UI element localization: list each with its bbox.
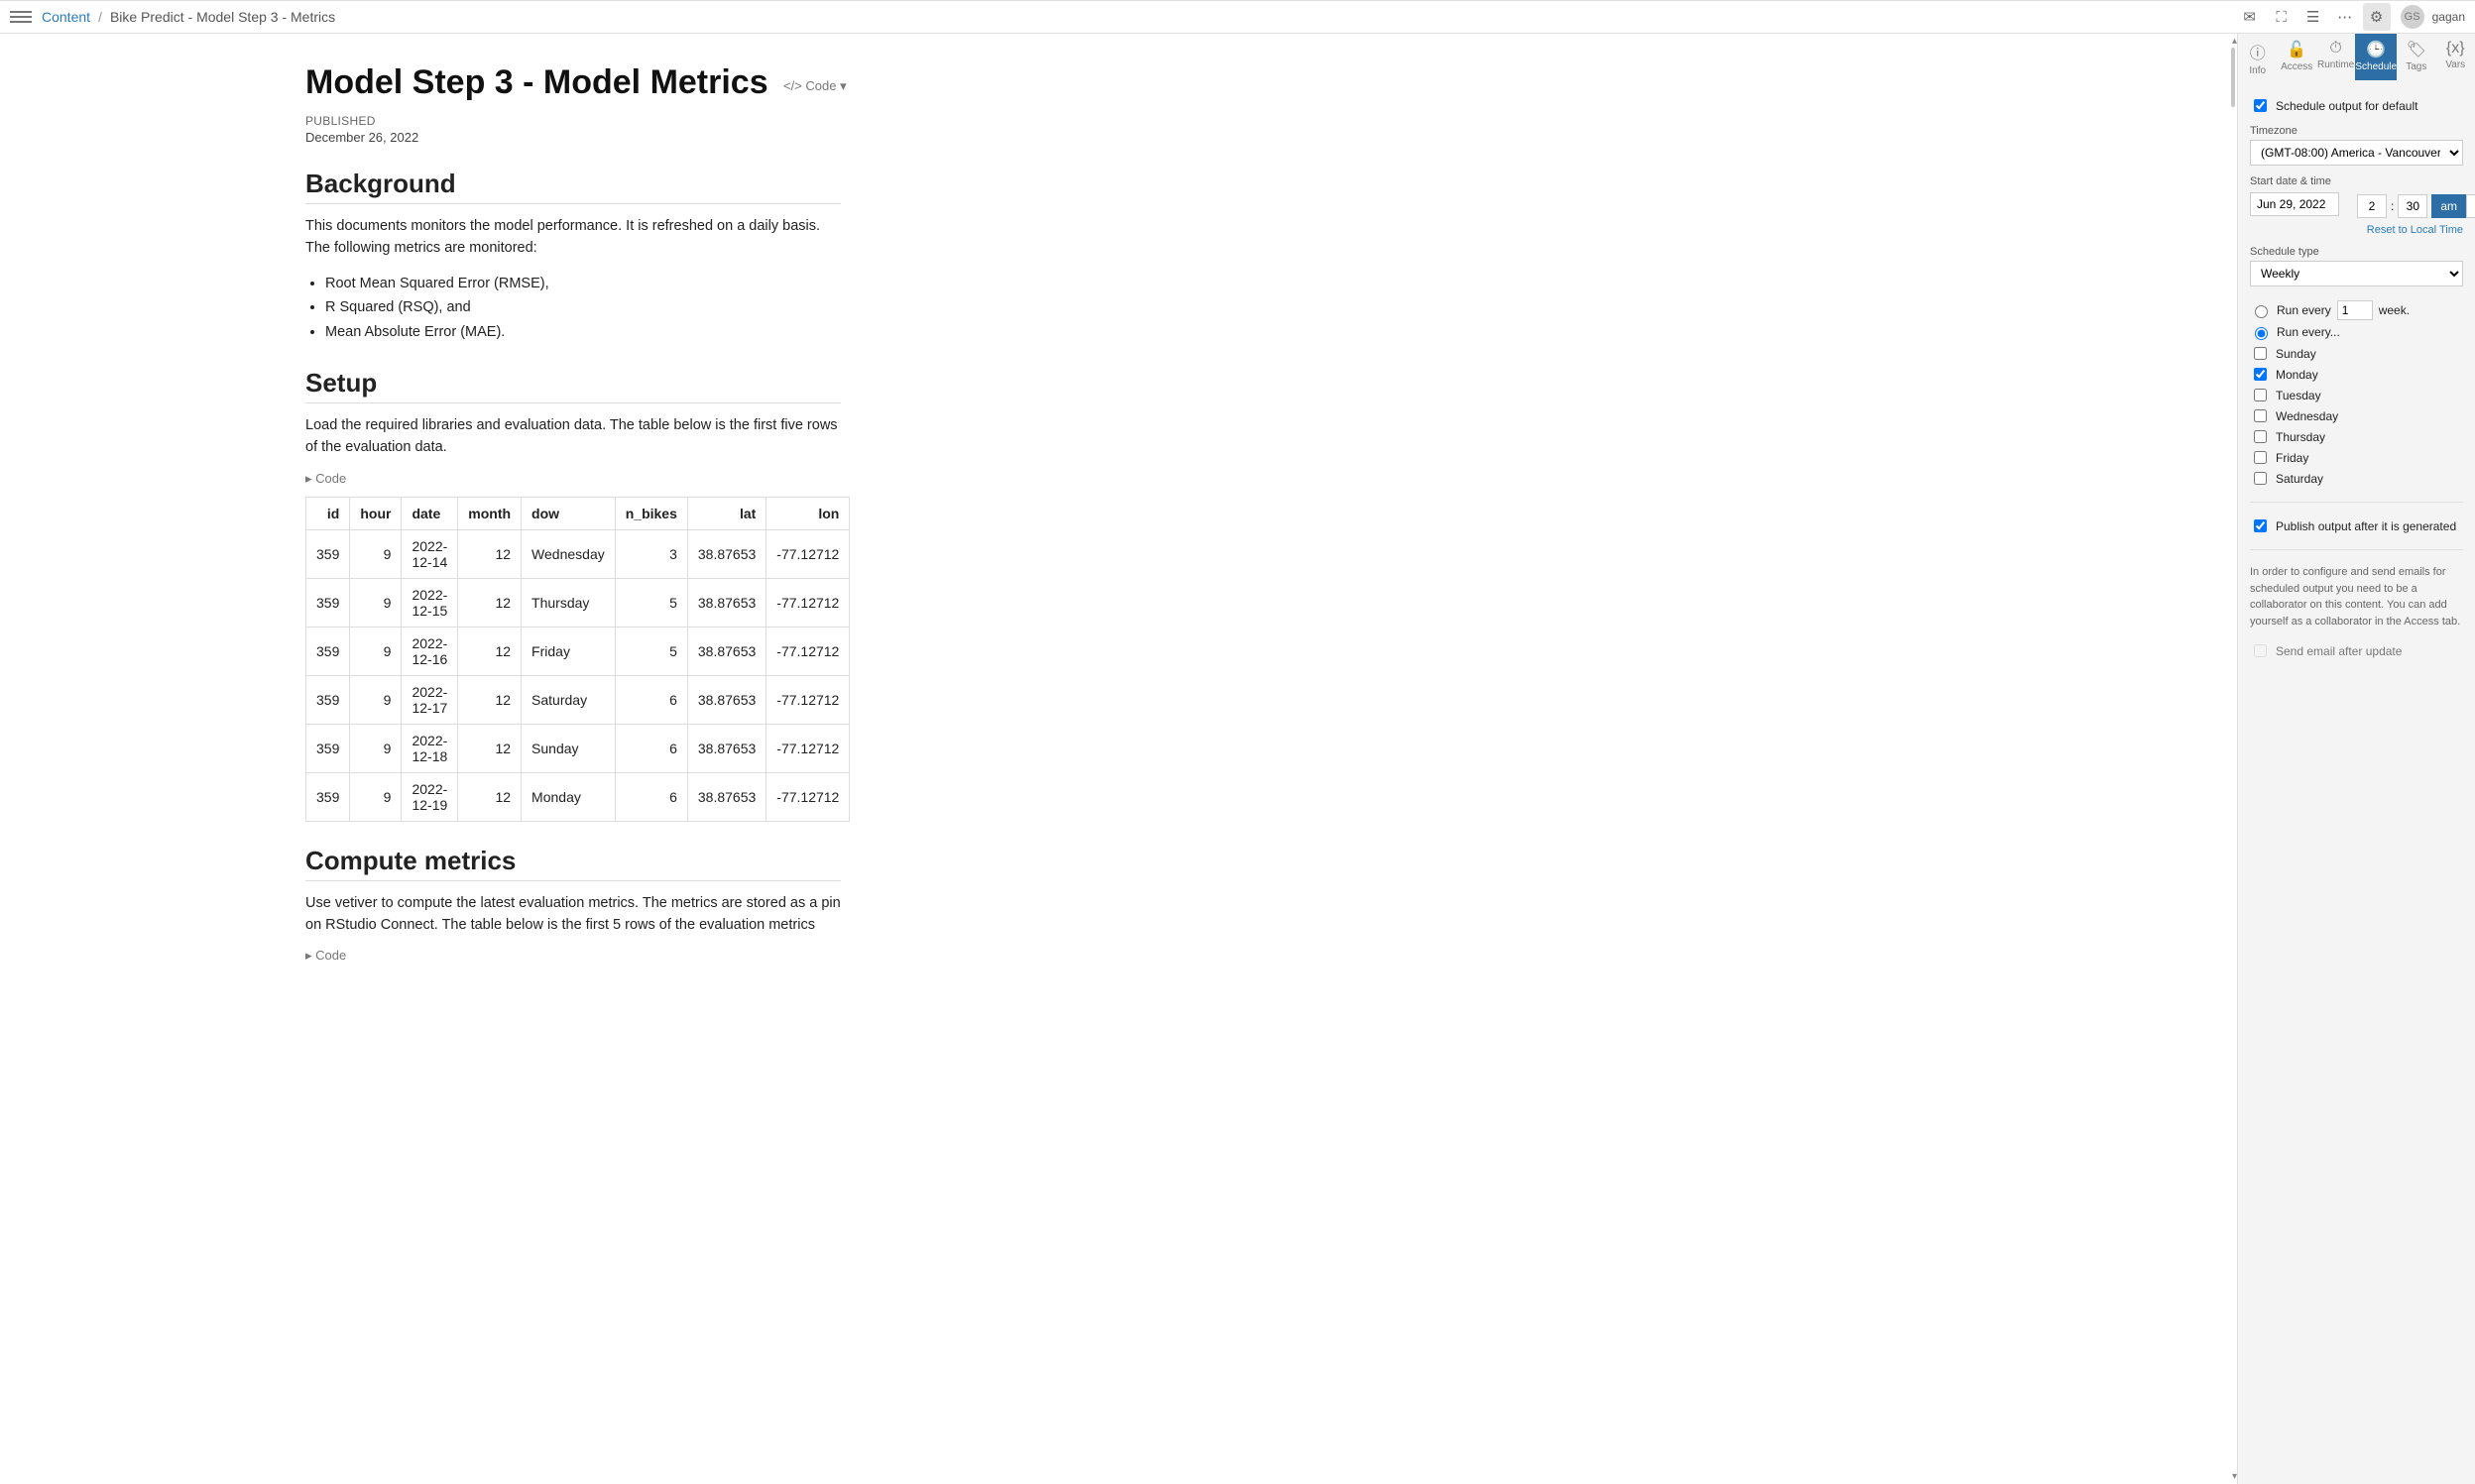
paragraph-compute: Use vetiver to compute the latest evalua… xyxy=(305,893,841,937)
start-min-input[interactable] xyxy=(2398,194,2427,218)
bullet-rmse: Root Mean Squared Error (RMSE), xyxy=(325,272,841,296)
day-tue[interactable]: Tuesday xyxy=(2250,386,2463,404)
paragraph-setup: Load the required libraries and evaluati… xyxy=(305,415,841,459)
th-date: date xyxy=(402,497,458,529)
th-lon: lon xyxy=(766,497,850,529)
reset-local-time-link[interactable]: Reset to Local Time xyxy=(2367,224,2463,236)
avatar[interactable]: GS xyxy=(2401,5,2424,29)
day-thu[interactable]: Thursday xyxy=(2250,427,2463,446)
breadcrumb-sep: / xyxy=(98,9,102,25)
bullet-rsq: R Squared (RSQ), and xyxy=(325,295,841,320)
document-viewer[interactable]: ▴▾ </> Code ▾ Model Step 3 - Model Metri… xyxy=(0,34,2237,1484)
start-label: Start date & time xyxy=(2250,175,2463,187)
heading-compute: Compute metrics xyxy=(305,846,841,881)
th-nbikes: n_bikes xyxy=(615,497,687,529)
scrollbar[interactable]: ▴▾ xyxy=(2229,34,2237,1484)
table-row: 35992022-12-1812Sunday638.87653-77.12712 xyxy=(306,724,850,772)
run-every-days-radio[interactable] xyxy=(2255,327,2268,340)
day-sat[interactable]: Saturday xyxy=(2250,469,2463,488)
send-email-input xyxy=(2254,644,2267,657)
schedule-type-label: Schedule type xyxy=(2250,246,2463,258)
code-expand-1[interactable]: ▸ Code xyxy=(305,471,841,487)
publish-output-checkbox[interactable]: Publish output after it is generated xyxy=(2250,516,2463,535)
schedule-type-select[interactable]: Weekly xyxy=(2250,261,2463,286)
day-sun[interactable]: Sunday xyxy=(2250,344,2463,363)
top-icons: ✉ ⛶ ☰ ⋯ ⚙ GS gagan xyxy=(2236,3,2465,31)
publish-output-input[interactable] xyxy=(2254,519,2267,532)
code-menu-button[interactable]: </> Code ▾ xyxy=(783,78,847,94)
topbar: Content / Bike Predict - Model Step 3 - … xyxy=(0,0,2475,34)
heading-setup: Setup xyxy=(305,368,841,403)
code-expand-2[interactable]: ▸ Code xyxy=(305,948,841,964)
tab-access[interactable]: 🔓Access xyxy=(2277,34,2315,80)
paragraph-background: This documents monitors the model perfor… xyxy=(305,216,841,260)
breadcrumb: Content / Bike Predict - Model Step 3 - … xyxy=(42,9,335,25)
timezone-label: Timezone xyxy=(2250,125,2463,137)
logs-icon[interactable]: ☰ xyxy=(2299,3,2327,31)
menu-icon[interactable] xyxy=(10,6,32,28)
mail-icon[interactable]: ✉ xyxy=(2236,3,2264,31)
bullet-mae: Mean Absolute Error (MAE). xyxy=(325,320,841,345)
username: gagan xyxy=(2432,10,2465,24)
tab-tags[interactable]: 🏷Tags xyxy=(2397,34,2435,80)
tab-vars[interactable]: {x}Vars xyxy=(2436,34,2475,80)
table-row: 35992022-12-1412Wednesday338.87653-77.12… xyxy=(306,529,850,578)
time-colon: : xyxy=(2391,199,2394,213)
heading-background: Background xyxy=(305,169,841,204)
schedule-output-label: Schedule output for default xyxy=(2276,99,2417,113)
tab-runtime[interactable]: ⏱Runtime xyxy=(2316,34,2355,80)
th-id: id xyxy=(306,497,350,529)
publish-output-label: Publish output after it is generated xyxy=(2276,519,2456,533)
tab-info[interactable]: ⓘInfo xyxy=(2238,34,2277,80)
breadcrumb-page: Bike Predict - Model Step 3 - Metrics xyxy=(110,9,335,25)
table-row: 35992022-12-1912Monday638.87653-77.12712 xyxy=(306,772,850,821)
schedule-output-checkbox[interactable]: Schedule output for default xyxy=(2250,96,2463,115)
day-list: Sunday Monday Tuesday Wednesday Thursday… xyxy=(2250,344,2463,488)
th-hour: hour xyxy=(350,497,402,529)
th-lat: lat xyxy=(687,497,766,529)
panel-tabs: ⓘInfo 🔓Access ⏱Runtime 🕒Schedule 🏷Tags {… xyxy=(2238,34,2475,80)
schedule-output-input[interactable] xyxy=(2254,99,2267,112)
tab-schedule[interactable]: 🕒Schedule xyxy=(2355,34,2397,80)
table-header-row: id hour date month dow n_bikes lat lon xyxy=(306,497,850,529)
run-every-pre: Run every xyxy=(2277,303,2331,317)
day-wed[interactable]: Wednesday xyxy=(2250,406,2463,425)
table-row: 35992022-12-1612Friday538.87653-77.12712 xyxy=(306,627,850,675)
table-row: 35992022-12-1512Thursday538.87653-77.127… xyxy=(306,578,850,627)
th-dow: dow xyxy=(522,497,616,529)
pm-toggle[interactable]: pm xyxy=(2466,194,2475,218)
send-email-checkbox[interactable]: Send email after update xyxy=(2250,641,2463,660)
published-label: PUBLISHED xyxy=(305,114,841,128)
am-toggle[interactable]: am xyxy=(2431,194,2466,218)
collaborator-note: In order to configure and send emails fo… xyxy=(2250,564,2463,629)
gear-icon[interactable]: ⚙ xyxy=(2363,3,2391,31)
fullscreen-icon[interactable]: ⛶ xyxy=(2268,3,2296,31)
page-title: Model Step 3 - Model Metrics xyxy=(305,63,841,102)
run-every-post: week. xyxy=(2379,303,2410,317)
day-mon[interactable]: Monday xyxy=(2250,365,2463,384)
table-row: 35992022-12-1712Saturday638.87653-77.127… xyxy=(306,675,850,724)
run-every-n-radio[interactable] xyxy=(2255,305,2268,318)
start-date-input[interactable] xyxy=(2250,192,2339,216)
send-email-label: Send email after update xyxy=(2276,644,2402,658)
metrics-bullets: Root Mean Squared Error (RMSE), R Square… xyxy=(325,272,841,345)
published-date: December 26, 2022 xyxy=(305,130,841,145)
run-every-value-input[interactable] xyxy=(2337,300,2373,320)
run-every-ellipsis: Run every... xyxy=(2277,325,2340,339)
settings-panel: ⓘInfo 🔓Access ⏱Runtime 🕒Schedule 🏷Tags {… xyxy=(2237,34,2475,1484)
run-every-n-row[interactable]: Run every week. xyxy=(2250,300,2463,320)
breadcrumb-content-link[interactable]: Content xyxy=(42,9,90,25)
start-hour-input[interactable] xyxy=(2357,194,2387,218)
th-month: month xyxy=(458,497,522,529)
run-every-days-row[interactable]: Run every... xyxy=(2250,324,2463,340)
evaluation-table: id hour date month dow n_bikes lat lon 3… xyxy=(305,497,850,822)
more-icon[interactable]: ⋯ xyxy=(2331,3,2359,31)
timezone-select[interactable]: (GMT-08:00) America - Vancouver xyxy=(2250,140,2463,166)
day-fri[interactable]: Friday xyxy=(2250,448,2463,467)
